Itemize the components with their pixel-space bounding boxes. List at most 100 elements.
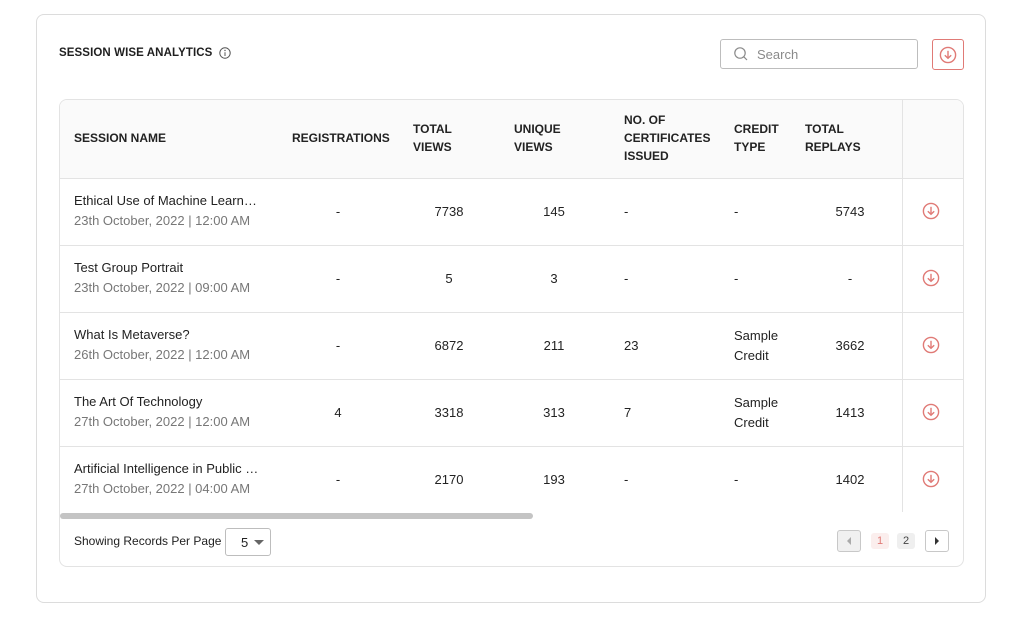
credit-type-value: Sample Credit — [734, 393, 778, 433]
total-replays-value: 1402 — [835, 472, 865, 487]
total-views-value: 2170 — [434, 472, 464, 487]
session-name[interactable]: The Art Of Technology — [74, 394, 259, 409]
col-unique-views-line2: VIEWS — [514, 140, 553, 154]
total-views-value: 5 — [445, 271, 453, 286]
session-name[interactable]: Artificial Intelligence in Public Servic… — [74, 461, 259, 476]
credit-type-value: - — [734, 470, 738, 490]
unique-views-value: 193 — [543, 472, 565, 487]
row-download-button[interactable] — [922, 269, 940, 287]
table-footer: Showing Records Per Page 5 1 2 — [60, 514, 963, 566]
row-download-button[interactable] — [922, 336, 940, 354]
download-circle-icon — [922, 336, 940, 354]
table-row: Artificial Intelligence in Public Servic… — [60, 447, 963, 512]
section-title-text: SESSION WISE ANALYTICS — [59, 47, 213, 59]
chevron-right-icon — [935, 537, 939, 545]
col-unique-views[interactable]: UNIQUE VIEWS — [514, 120, 561, 156]
total-replays-value: 3662 — [835, 338, 865, 353]
credit-type-line1: Sample — [734, 328, 779, 343]
col-total-replays[interactable]: TOTAL REPLAYS — [805, 120, 861, 156]
session-analytics-card: SESSION WISE ANALYTICS SESSION NAME REGI… — [36, 14, 986, 603]
table-row: Ethical Use of Machine Learning 23th Oct… — [60, 179, 963, 246]
certificates-value: - — [624, 472, 629, 487]
session-date: 23th October, 2022 | 09:00 AM — [74, 280, 251, 295]
session-date: 27th October, 2022 | 04:00 AM — [74, 481, 251, 496]
certificates-value: - — [624, 271, 629, 286]
table-row: Test Group Portrait 23th October, 2022 |… — [60, 246, 963, 313]
col-certificates[interactable]: NO. OF CERTIFICATES ISSUED — [624, 111, 710, 165]
col-credit-type[interactable]: CREDIT TYPE — [734, 120, 779, 156]
session-date: 23th October, 2022 | 12:00 AM — [74, 213, 251, 228]
registrations-value: - — [335, 338, 341, 353]
credit-type-line1: Sample — [734, 395, 779, 410]
download-circle-icon — [922, 269, 940, 287]
certificates-value: 23 — [624, 338, 639, 353]
credit-type-value: - — [734, 269, 738, 289]
credit-type-line2: Credit — [734, 348, 769, 363]
page-2-button[interactable]: 2 — [897, 533, 915, 549]
row-download-button[interactable] — [922, 470, 940, 488]
unique-views-value: 211 — [543, 338, 565, 353]
col-total-views[interactable]: TOTAL VIEWS — [413, 120, 452, 156]
registrations-value: - — [335, 204, 341, 219]
table-row: What Is Metaverse? 26th October, 2022 | … — [60, 313, 963, 380]
credit-type-line2: Credit — [734, 415, 769, 430]
credit-type-line1: - — [734, 204, 739, 219]
actions-column — [902, 100, 963, 512]
row-download-button[interactable] — [922, 202, 940, 220]
col-certificates-line1: NO. OF — [624, 113, 666, 127]
total-views-value: 7738 — [434, 204, 464, 219]
prev-page-button[interactable] — [837, 530, 861, 552]
total-replays-value: 5743 — [835, 204, 865, 219]
per-page-value: 5 — [241, 534, 249, 550]
credit-type-line1: - — [734, 472, 739, 487]
session-name[interactable]: Test Group Portrait — [74, 260, 259, 275]
session-date: 27th October, 2022 | 12:00 AM — [74, 414, 251, 429]
section-title: SESSION WISE ANALYTICS — [59, 47, 232, 59]
col-credit-type-line1: CREDIT — [734, 122, 779, 136]
total-views-value: 6872 — [434, 338, 464, 353]
col-total-replays-line1: TOTAL — [805, 122, 844, 136]
unique-views-value: 313 — [543, 405, 565, 420]
col-total-replays-line2: REPLAYS — [805, 140, 861, 154]
col-certificates-line2: CERTIFICATES — [624, 131, 711, 145]
download-circle-icon — [939, 46, 957, 64]
download-all-button[interactable] — [932, 39, 964, 70]
credit-type-value: - — [734, 202, 738, 222]
total-replays-value: - — [847, 271, 853, 286]
page-1-button[interactable]: 1 — [871, 533, 889, 549]
chevron-down-icon — [254, 540, 264, 545]
total-views-value: 3318 — [434, 405, 464, 420]
row-download-button[interactable] — [922, 403, 940, 421]
session-name[interactable]: Ethical Use of Machine Learning — [74, 193, 259, 208]
table-row: The Art Of Technology 27th October, 2022… — [60, 380, 963, 447]
session-date: 26th October, 2022 | 12:00 AM — [74, 347, 251, 362]
download-circle-icon — [922, 403, 940, 421]
col-total-views-line1: TOTAL — [413, 122, 452, 136]
session-name[interactable]: What Is Metaverse? — [74, 327, 259, 342]
registrations-value: 4 — [334, 405, 342, 420]
col-session-name[interactable]: SESSION NAME — [74, 129, 166, 147]
col-registrations[interactable]: REGISTRATIONS — [292, 129, 390, 147]
unique-views-value: 145 — [543, 204, 565, 219]
unique-views-value: 3 — [550, 271, 558, 286]
certificates-value: - — [624, 204, 629, 219]
search-input[interactable] — [757, 46, 907, 62]
registrations-value: - — [335, 472, 341, 487]
table-header: SESSION NAME REGISTRATIONS TOTAL VIEWS U… — [60, 100, 963, 179]
total-replays-value: 1413 — [835, 405, 865, 420]
chevron-left-icon — [847, 537, 851, 545]
analytics-table: SESSION NAME REGISTRATIONS TOTAL VIEWS U… — [59, 99, 964, 567]
col-unique-views-line1: UNIQUE — [514, 122, 561, 136]
search-icon — [733, 46, 749, 62]
credit-type-value: Sample Credit — [734, 326, 778, 366]
col-certificates-line3: ISSUED — [624, 149, 669, 163]
download-circle-icon — [922, 470, 940, 488]
col-total-views-line2: VIEWS — [413, 140, 452, 154]
search-box[interactable] — [720, 39, 918, 69]
next-page-button[interactable] — [925, 530, 949, 552]
certificates-value: 7 — [624, 405, 632, 420]
registrations-value: - — [335, 271, 341, 286]
per-page-select[interactable]: 5 — [225, 528, 271, 556]
col-credit-type-line2: TYPE — [734, 140, 766, 154]
info-icon[interactable] — [219, 47, 232, 59]
